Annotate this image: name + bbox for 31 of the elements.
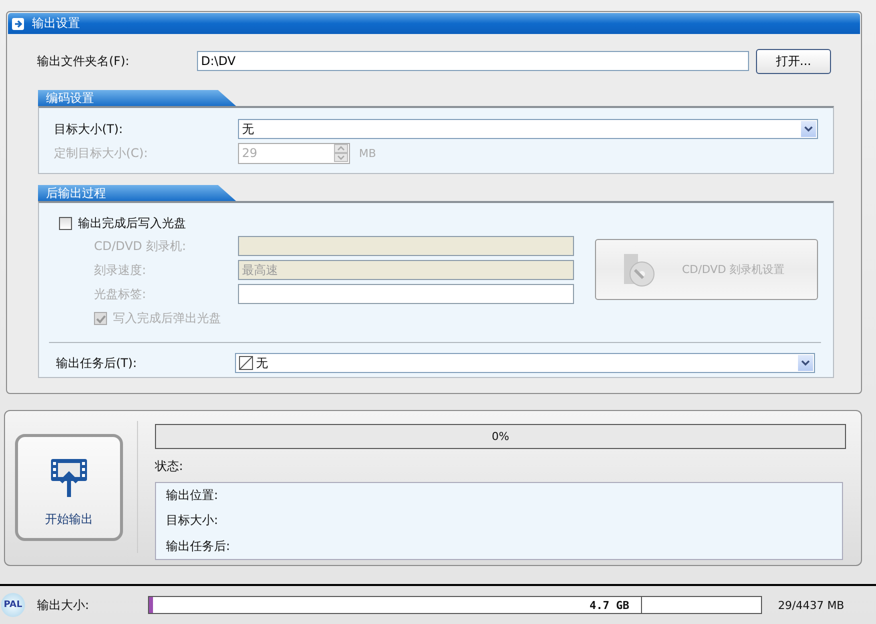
field-label: CD/DVD 刻录机:: [93, 238, 187, 254]
progress-text: 0%: [492, 430, 510, 443]
open-button[interactable]: 打开...: [756, 48, 831, 74]
custom-size-label: 定制目标大小(C):: [54, 144, 149, 162]
slash-box-icon: [239, 356, 253, 370]
field-label: 刻录速度:: [93, 262, 148, 278]
unit-label: MB: [359, 146, 376, 160]
field-label: 光盘标签:: [93, 286, 148, 302]
status-line: 目标大小:: [166, 512, 220, 530]
status-line: 输出任务后:: [166, 538, 232, 555]
checkbox[interactable]: [59, 217, 72, 230]
target-size-label: 目标大小(T):: [54, 120, 124, 138]
checkbox-label: 输出完成后写入光盘: [78, 215, 186, 232]
panel-title: 输出设置: [32, 15, 80, 32]
status-label: 状态:: [155, 458, 184, 475]
status-line: 输出位置:: [166, 487, 220, 504]
after-task-select[interactable]: 无: [235, 353, 815, 373]
folder-label: 输出文件夹名(F):: [37, 52, 130, 70]
dropdown-icon: [801, 121, 816, 137]
after-task-label: 输出任务后(T):: [56, 354, 138, 372]
dropdown-icon: [798, 355, 813, 371]
output-size-label: 输出大小:: [37, 596, 90, 614]
capacity-text: 4.7 GB: [589, 598, 630, 612]
start-output-button[interactable]: 开始输出: [15, 434, 123, 541]
folder-field[interactable]: D:\DV: [197, 51, 749, 71]
format-badge[interactable]: PAL: [1, 593, 25, 617]
target-size-select[interactable]: 无: [238, 119, 818, 139]
usage-text: 29/4437 MB: [778, 598, 844, 612]
checkbox-label: 写入完成后弹出光盘: [113, 310, 221, 327]
spinner-arrows-icon: [334, 144, 348, 162]
arrow-icon: [12, 18, 24, 30]
